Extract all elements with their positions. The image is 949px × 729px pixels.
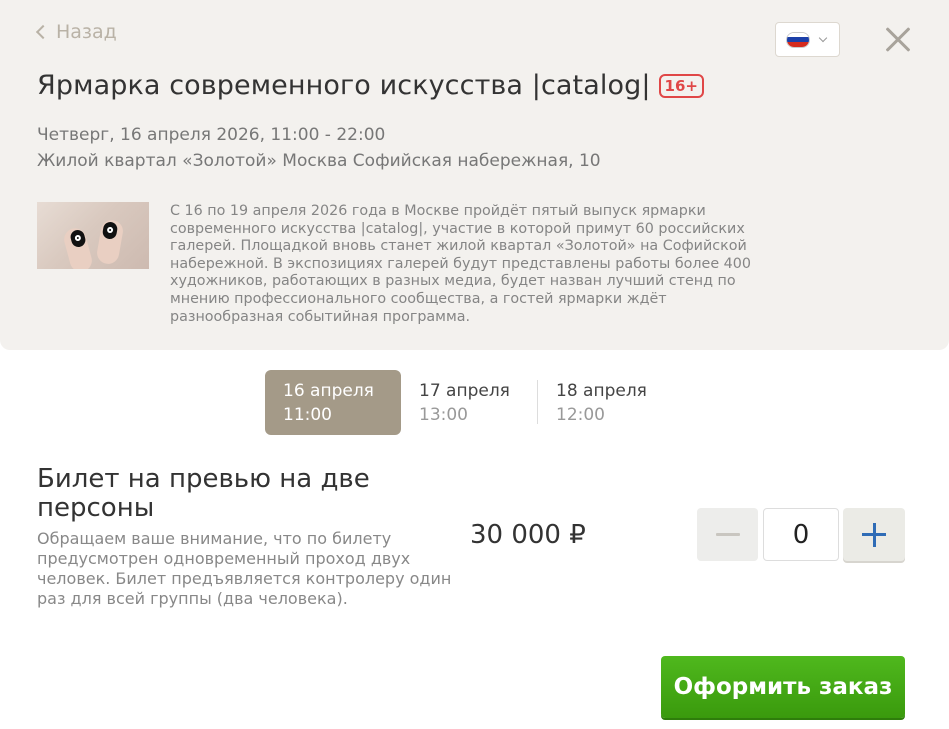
ticket-note: Обращаем ваше внимание, что по билету пр… <box>37 529 452 608</box>
decrease-quantity-button[interactable] <box>697 508 758 561</box>
russian-flag-icon <box>786 31 810 48</box>
date-tab-time: 13:00 <box>419 405 468 425</box>
date-tab-date: 16 апреля <box>283 381 374 401</box>
event-header: Назад Ярмарка современного искусства |ca… <box>0 0 949 350</box>
age-rating-badge: 16+ <box>658 73 704 98</box>
back-label: Назад <box>56 21 117 43</box>
ticket-price: 30 000 ₽ <box>470 520 586 550</box>
quantity-input[interactable] <box>763 508 839 561</box>
date-tab-2[interactable]: 17 апреля 13:00 <box>401 370 537 435</box>
date-tab-date: 18 апреля <box>556 381 647 401</box>
event-description: С 16 по 19 апреля 2026 года в Москве про… <box>170 203 751 325</box>
date-tab-time: 11:00 <box>283 405 332 425</box>
close-icon[interactable] <box>880 22 916 58</box>
ticket-name: Билет на превью на две персоны <box>37 464 370 523</box>
checkout-button[interactable]: Оформить заказ <box>661 656 905 718</box>
date-tab-date: 17 апреля <box>419 381 510 401</box>
date-tab-1[interactable]: 16 апреля 11:00 <box>265 370 401 435</box>
minus-icon <box>715 533 740 536</box>
event-datetime: Четверг, 16 апреля 2026, 11:00 - 22:00 <box>37 125 386 145</box>
date-selector: 16 апреля 11:00 17 апреля 13:00 18 апрел… <box>265 370 674 435</box>
event-address: Жилой квартал «Золотой» Москва Софийская… <box>37 151 601 171</box>
event-thumbnail <box>37 202 149 269</box>
title-row: Ярмарка современного искусства |catalog|… <box>37 70 704 101</box>
increase-quantity-button[interactable] <box>843 508 905 561</box>
back-link[interactable]: Назад <box>35 21 117 43</box>
event-title: Ярмарка современного искусства |catalog| <box>37 70 651 101</box>
chevron-down-icon <box>818 33 828 42</box>
language-selector[interactable] <box>775 22 840 57</box>
date-tab-time: 12:00 <box>556 405 605 425</box>
chevron-left-icon <box>35 24 51 40</box>
date-tab-3[interactable]: 18 апреля 12:00 <box>538 370 674 435</box>
